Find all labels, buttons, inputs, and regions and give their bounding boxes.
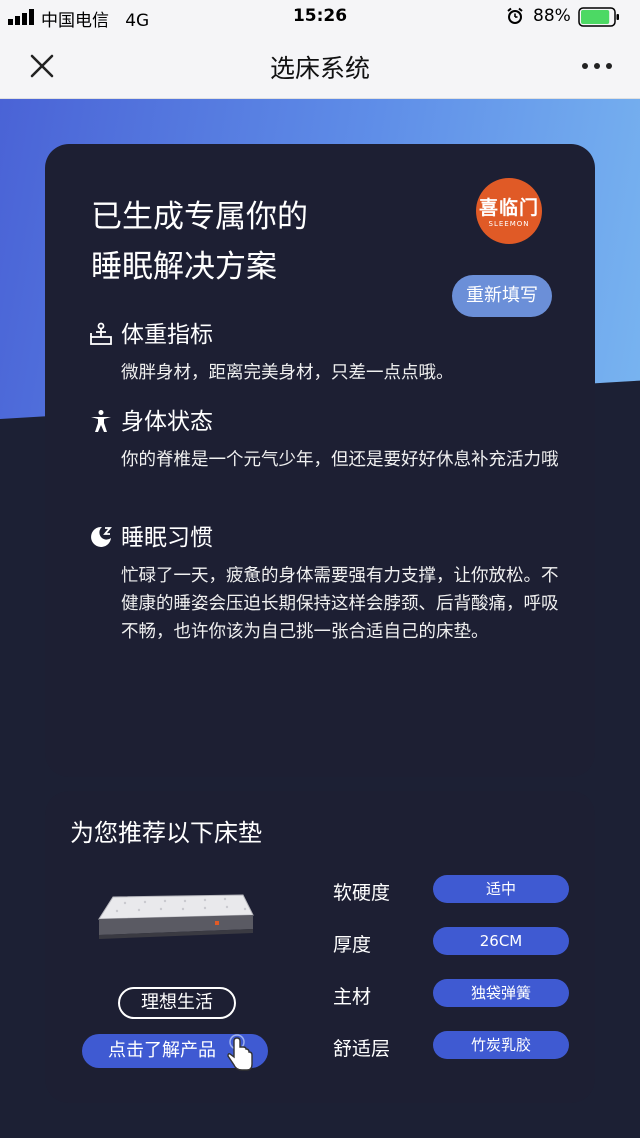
spec-label-comfort-layer: 舒适层 — [333, 1038, 391, 1060]
brand-logo: 喜临门 SLEEMON — [476, 178, 542, 244]
mattress-image — [98, 894, 254, 939]
pointing-hand-icon — [227, 1034, 253, 1071]
more-dots-icon[interactable] — [578, 52, 616, 80]
alarm-clock-icon — [507, 7, 523, 24]
logo-text-cn: 喜临门 — [478, 197, 539, 219]
section-title-body: 身体状态 — [121, 409, 213, 435]
spec-label-thickness: 厚度 — [333, 934, 372, 956]
body-figure-icon — [91, 410, 111, 432]
result-card: 已生成专属你的 睡眠解决方案 喜临门 SLEEMON 重新填写 体重指标 微胖身… — [45, 144, 595, 777]
section-text-sleep: 忙碌了一天，疲惫的身体需要强有力支撑，让你放松。不健康的睡姿会压迫长期保持这样会… — [121, 566, 559, 642]
headline-line-1: 已生成专属你的 — [91, 199, 308, 235]
logo-text-en: SLEEMON — [488, 220, 530, 228]
refill-button[interactable]: 重新填写 — [452, 275, 552, 317]
nav-bar: 选床系统 — [0, 32, 640, 99]
section-text-body: 你的脊椎是一个元气少年，但还是要好好休息补充活力哦 — [121, 450, 559, 470]
sleep-moon-icon — [91, 526, 112, 547]
section-title-sleep: 睡眠习惯 — [121, 525, 213, 551]
recommend-card: 为您推荐以下床垫 理想生活 点击了解产品 软硬度 适中 厚度 26CM 主材 独… — [45, 791, 595, 1103]
page-title: 选床系统 — [269, 54, 370, 83]
section-title-weight: 体重指标 — [121, 322, 213, 348]
product-name-badge: 理想生活 — [118, 987, 236, 1019]
weight-scale-icon — [90, 322, 112, 345]
spec-label-material: 主材 — [333, 986, 372, 1008]
recommend-title: 为您推荐以下床垫 — [70, 819, 262, 847]
spec-value-firmness: 适中 — [433, 875, 569, 903]
headline-line-2: 睡眠解决方案 — [91, 249, 277, 285]
spec-value-thickness: 26CM — [433, 927, 569, 955]
battery-percent: 88% — [533, 6, 571, 26]
result-headline: 已生成专属你的 睡眠解决方案 — [91, 192, 308, 292]
section-text-weight: 微胖身材，距离完美身材，只差一点点哦。 — [121, 363, 454, 383]
spec-value-comfort-layer: 竹炭乳胶 — [433, 1031, 569, 1059]
status-bar: 中国电信 4G 15:26 88% — [0, 0, 640, 32]
battery-icon — [578, 7, 619, 27]
spec-value-material: 独袋弹簧 — [433, 979, 569, 1007]
spec-label-firmness: 软硬度 — [333, 882, 391, 904]
